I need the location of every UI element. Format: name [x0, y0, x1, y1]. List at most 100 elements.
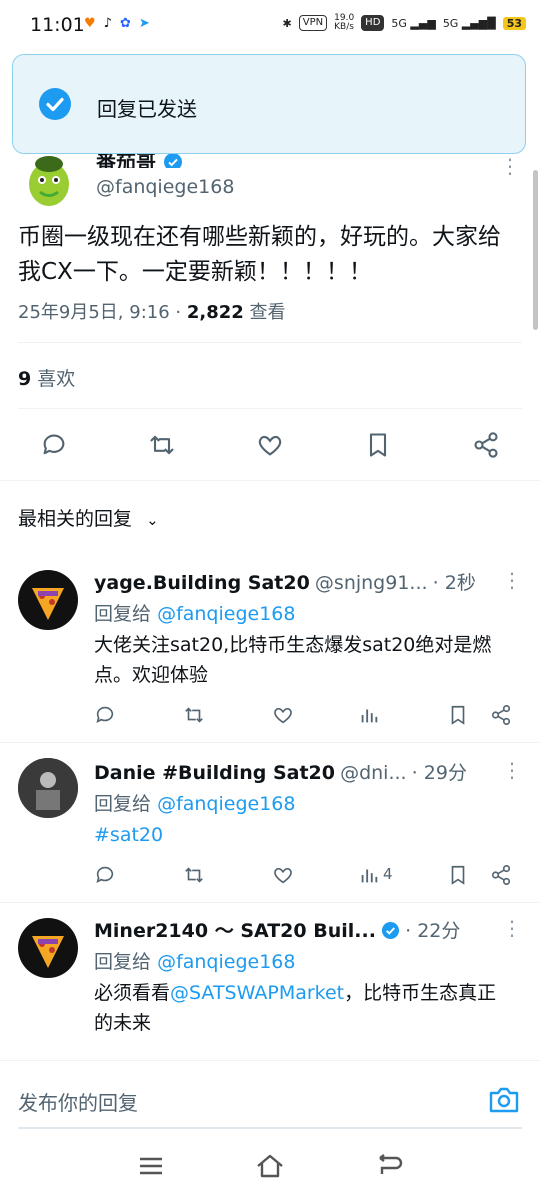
reply-to-mention[interactable]: @fanqiege168 — [157, 603, 295, 625]
share-icon[interactable] — [490, 864, 512, 886]
signal-5g-2: 5G ▂▄▆█ — [442, 16, 496, 30]
retweet-icon[interactable] — [148, 431, 176, 459]
reply-icon[interactable] — [40, 431, 68, 459]
reply-sort-dropdown[interactable]: 最相关的回复 ⌄ — [18, 504, 159, 531]
tweet-text: 币圈一级现在还有哪些新颖的，好玩的。大家给我CX一下。一定要新颖！！！！！ — [18, 224, 501, 285]
reply-author-name[interactable]: Danie #Building Sat20 — [94, 762, 335, 784]
vpn-badge: VPN — [298, 15, 328, 31]
reply-sent-toast: 回复已发送 — [12, 54, 526, 154]
bookmark-icon[interactable] — [447, 864, 469, 886]
author-handle[interactable]: @fanqiege168 — [96, 176, 234, 198]
share-icon[interactable] — [490, 704, 512, 726]
reply-avatar[interactable] — [18, 918, 78, 978]
reply-time: · 2秒 — [432, 572, 476, 594]
reply-hashtag[interactable]: #sat20 — [94, 820, 514, 850]
reply-body: 必须看看@SATSWAPMarket，比特币生态真正的未来 — [94, 978, 514, 1038]
reply-actions — [94, 704, 524, 728]
bookmark-icon[interactable] — [447, 704, 469, 726]
reply-input[interactable]: 发布你的回复 — [18, 1087, 138, 1116]
author-avatar[interactable] — [18, 150, 80, 212]
scrollbar[interactable] — [533, 170, 538, 330]
system-nav-bar — [0, 1140, 540, 1199]
verified-icon — [163, 153, 182, 168]
net-speed: 19.0 KB/s — [334, 14, 354, 32]
reply-item[interactable]: yage.Building Sat20 @snjng91... · 2秒 ⋮ 回… — [0, 560, 540, 742]
likes-count: 9 — [18, 368, 32, 390]
divider — [18, 342, 522, 343]
views-icon[interactable] — [358, 864, 380, 886]
bookmark-icon[interactable] — [364, 431, 392, 459]
verified-icon — [381, 921, 400, 940]
reply-body-text: 必须看看 — [94, 982, 171, 1004]
menu-icon[interactable] — [138, 1155, 164, 1177]
reply-item[interactable]: Miner2140 ～ SAT20 Buil... · 22分 ⋮ 回复给 @f… — [0, 908, 540, 1060]
paw-icon: ✿ — [119, 16, 131, 31]
reply-body: 大佬关注sat20,比特币生态爆发sat20绝对是燃点。欢迎体验 — [94, 634, 492, 686]
retweet-icon[interactable] — [183, 864, 205, 886]
retweet-icon[interactable] — [183, 704, 205, 726]
views-icon[interactable] — [358, 704, 380, 726]
camera-icon[interactable] — [488, 1085, 520, 1115]
home-icon[interactable] — [255, 1153, 285, 1179]
app-icon-1: ♥ — [84, 16, 96, 31]
reply-time: · 29分 — [411, 762, 467, 784]
system-icons: ✱ VPN 19.0 KB/s HD 5G ▂▄▆ 5G ▂▄▆█ 53 — [283, 14, 526, 32]
reply-avatar[interactable] — [18, 570, 78, 630]
like-icon[interactable] — [272, 704, 294, 726]
views-count: 2,822 — [186, 302, 244, 323]
reply-to: 回复给 @fanqiege168 — [94, 947, 295, 974]
reply-to-label: 回复给 — [94, 793, 152, 815]
tweet-meta: 25年9月5日, 9:16 · 2,822 查看 — [18, 302, 286, 323]
reply-to-mention[interactable]: @fanqiege168 — [157, 951, 295, 973]
status-bar: 11:01 ♥ ♪ ✿ ➤ ✱ VPN 19.0 KB/s HD 5G ▂▄▆ … — [0, 0, 540, 52]
reply-to-label: 回复给 — [94, 951, 152, 973]
composer-underline — [18, 1127, 522, 1129]
reply-to: 回复给 @fanqiege168 — [94, 789, 295, 816]
reply-author-handle[interactable]: @dni... — [340, 762, 407, 784]
signal-5g-1: 5G ▂▄▆ — [391, 16, 436, 30]
more-options-icon[interactable]: ⋮ — [500, 154, 520, 178]
reply-composer[interactable]: 发布你的回复 — [0, 1060, 540, 1131]
reply-icon[interactable] — [94, 704, 116, 726]
views-label: 查看 — [249, 302, 286, 323]
divider — [0, 902, 540, 903]
reply-author-handle[interactable]: @snjng91... — [315, 572, 428, 594]
bluetooth-icon: ✱ — [282, 16, 292, 30]
check-icon — [39, 88, 71, 120]
reply-to-mention[interactable]: @fanqiege168 — [157, 793, 295, 815]
more-options-icon[interactable]: ⋮ — [502, 568, 522, 592]
like-icon[interactable] — [256, 431, 284, 459]
tiktok-icon: ♪ — [103, 16, 112, 31]
divider — [0, 742, 540, 743]
divider — [18, 408, 522, 409]
sort-label: 最相关的回复 — [18, 508, 133, 530]
reply-item[interactable]: Danie #Building Sat20 @dni... · 29分 ⋮ 回复… — [0, 750, 540, 902]
views-count: 4 — [383, 865, 393, 883]
reply-author-name[interactable]: Miner2140 ～ SAT20 Buil... — [94, 920, 376, 942]
likes-label: 喜欢 — [37, 368, 76, 390]
reply-avatar[interactable] — [18, 758, 78, 818]
divider — [0, 480, 540, 481]
like-icon[interactable] — [272, 864, 294, 886]
reply-actions: 4 — [94, 864, 524, 888]
notification-icons: ♥ ♪ ✿ ➤ — [84, 16, 150, 31]
tweet-datetime[interactable]: 25年9月5日, 9:16 — [18, 302, 170, 323]
battery-level: 53 — [502, 16, 526, 30]
reply-author-name[interactable]: yage.Building Sat20 — [94, 572, 310, 594]
hd-badge: HD — [361, 15, 385, 31]
likes-summary[interactable]: 9 喜欢 — [18, 364, 75, 391]
reply-to: 回复给 @fanqiege168 — [94, 599, 295, 626]
send-icon: ➤ — [138, 16, 150, 31]
mention-link[interactable]: @SATSWAPMarket — [170, 982, 344, 1004]
clock: 11:01 — [30, 14, 85, 36]
more-options-icon[interactable]: ⋮ — [502, 916, 522, 940]
speed-unit: KB/s — [334, 22, 354, 32]
reply-to-label: 回复给 — [94, 603, 152, 625]
toast-message: 回复已发送 — [97, 97, 197, 121]
reply-icon[interactable] — [94, 864, 116, 886]
reply-time: · 22分 — [405, 920, 461, 942]
more-options-icon[interactable]: ⋮ — [502, 758, 522, 782]
back-icon[interactable] — [376, 1154, 404, 1178]
chevron-down-icon: ⌄ — [146, 511, 159, 529]
share-icon[interactable] — [472, 431, 500, 459]
